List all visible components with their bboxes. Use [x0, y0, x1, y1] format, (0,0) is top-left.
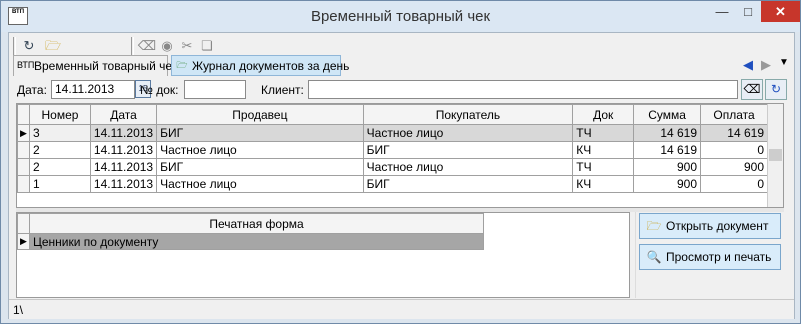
- table-row[interactable]: ▶ 3 14.11.2013 БИГ Частное лицо ТЧ 14 61…: [17, 124, 768, 142]
- cell-buyer[interactable]: Частное лицо: [362, 124, 574, 142]
- main-window: ВТП Временный товарный чек — □ ✕ ↻ 🗁 ⌫ ◉…: [0, 0, 801, 324]
- column-header[interactable]: Дата: [89, 104, 158, 125]
- eraser-icon[interactable]: ⌫: [137, 36, 157, 56]
- column-header[interactable]: Продавец: [156, 104, 364, 125]
- cell-seller[interactable]: БИГ: [156, 158, 364, 176]
- cell-date[interactable]: 14.11.2013: [89, 124, 158, 142]
- cell-number[interactable]: 1: [28, 175, 91, 193]
- open-folder-icon[interactable]: 🗁: [43, 36, 63, 56]
- cell-date[interactable]: 14.11.2013: [89, 141, 158, 159]
- tab-journal-label: Журнал документов за день: [192, 59, 350, 73]
- cell-paid[interactable]: 0: [700, 141, 768, 159]
- cell-buyer[interactable]: БИГ: [362, 141, 574, 159]
- table-row[interactable]: 2 14.11.2013 Частное лицо БИГ КЧ 14 619 …: [17, 141, 768, 159]
- refresh-icon[interactable]: ↻: [19, 36, 39, 56]
- next-tab-icon[interactable]: ▶: [761, 57, 771, 73]
- tab-journal[interactable]: 🗁 Журнал документов за день: [171, 55, 349, 76]
- column-header[interactable]: Оплата: [700, 104, 768, 125]
- toolbar-separator: [13, 37, 16, 55]
- column-header[interactable]: Номер: [28, 104, 91, 125]
- print-form-name[interactable]: Ценники по документу: [29, 233, 484, 250]
- copy-icon[interactable]: ❏: [197, 36, 217, 56]
- preview-print-button[interactable]: 🔍 Просмотр и печать: [639, 244, 781, 270]
- status-text: 1\: [13, 303, 24, 317]
- cell-sum[interactable]: 14 619: [633, 124, 702, 142]
- date-field[interactable]: 14.11.2013: [51, 80, 135, 99]
- cell-seller[interactable]: Частное лицо: [156, 141, 364, 159]
- cell-date[interactable]: 14.11.2013: [89, 158, 158, 176]
- maximize-icon[interactable]: □: [735, 1, 761, 22]
- status-bar: 1\: [9, 299, 794, 319]
- cell-sum[interactable]: 900: [633, 158, 702, 176]
- doc-number-label: № док:: [140, 83, 179, 97]
- cell-buyer[interactable]: БИГ: [362, 175, 574, 193]
- vtp-icon: ВТП: [17, 60, 35, 70]
- title-bar[interactable]: ВТП Временный товарный чек — □ ✕: [1, 1, 800, 32]
- print-grid-header-row: Печатная форма: [17, 213, 484, 234]
- cell-date[interactable]: 14.11.2013: [89, 175, 158, 193]
- row-indicator: [17, 175, 30, 193]
- stamp-icon[interactable]: ◉: [157, 36, 177, 56]
- row-indicator-header: [17, 104, 30, 125]
- toolbar: ↻ 🗁 ⌫ ◉ ✂ ❏: [13, 35, 801, 57]
- cell-doc[interactable]: ТЧ: [572, 124, 635, 142]
- row-indicator: [17, 158, 30, 176]
- preview-print-label: Просмотр и печать: [666, 250, 772, 264]
- cell-seller[interactable]: БИГ: [156, 124, 364, 142]
- vertical-scrollbar[interactable]: [767, 104, 783, 207]
- client-label: Клиент:: [261, 83, 304, 97]
- cell-number[interactable]: 2: [28, 158, 91, 176]
- prev-tab-icon[interactable]: ◀: [743, 57, 753, 73]
- column-header[interactable]: Сумма: [633, 104, 702, 125]
- cell-number[interactable]: 3: [28, 124, 91, 142]
- print-preview-icon: 🔍: [646, 250, 662, 264]
- tab-receipt[interactable]: ВТП Временный товарный чек: [13, 55, 177, 76]
- cell-sum[interactable]: 14 619: [633, 141, 702, 159]
- cell-doc[interactable]: ТЧ: [572, 158, 635, 176]
- open-document-button[interactable]: 🗁 Открыть документ: [639, 213, 781, 239]
- cell-paid[interactable]: 0: [700, 175, 768, 193]
- table-row[interactable]: 2 14.11.2013 БИГ Частное лицо ТЧ 900 900: [17, 158, 768, 176]
- folder-icon: 🗁: [176, 60, 188, 70]
- tab-receipt-label: Временный товарный чек: [34, 59, 178, 73]
- client-area: ↻ 🗁 ⌫ ◉ ✂ ❏ ВТП Временный товарный чек 🗁…: [8, 32, 795, 319]
- cell-paid[interactable]: 14 619: [700, 124, 768, 142]
- column-header[interactable]: Покупатель: [362, 104, 574, 125]
- print-forms-grid[interactable]: Печатная форма ▶ Ценники по документу: [16, 212, 630, 298]
- toolbar-separator: [131, 37, 134, 55]
- cell-buyer[interactable]: Частное лицо: [362, 158, 574, 176]
- cell-number[interactable]: 2: [28, 141, 91, 159]
- window-title: Временный товарный чек: [310, 8, 491, 25]
- list-item[interactable]: ▶ Ценники по документу: [17, 233, 484, 250]
- cell-doc[interactable]: КЧ: [572, 175, 635, 193]
- open-document-label: Открыть документ: [666, 219, 769, 233]
- cell-paid[interactable]: 900: [700, 158, 768, 176]
- doc-number-field[interactable]: [184, 80, 246, 99]
- close-icon[interactable]: ✕: [761, 1, 800, 22]
- cut-icon[interactable]: ✂: [177, 36, 197, 56]
- client-field[interactable]: [308, 80, 738, 99]
- row-indicator-header: [17, 213, 30, 234]
- tab-list-icon[interactable]: ▼: [779, 57, 789, 68]
- date-label: Дата:: [17, 83, 47, 97]
- open-folder-icon: 🗁: [646, 219, 662, 233]
- row-pointer-icon: ▶: [17, 233, 30, 250]
- column-header[interactable]: Док: [572, 104, 635, 125]
- row-pointer-icon: ▶: [17, 124, 30, 142]
- table-row[interactable]: 1 14.11.2013 Частное лицо БИГ КЧ 900 0: [17, 175, 768, 193]
- refresh-icon[interactable]: ↻: [765, 79, 787, 100]
- scrollbar-thumb[interactable]: [769, 149, 782, 161]
- filter-bar: Дата: 14.11.2013 15 № док: Клиент: ⌫ ↻: [13, 79, 793, 101]
- documents-grid[interactable]: Номер Дата Продавец Покупатель Док Сумма…: [16, 103, 784, 208]
- row-indicator: [17, 141, 30, 159]
- minimize-icon[interactable]: —: [709, 1, 735, 22]
- cell-sum[interactable]: 900: [633, 175, 702, 193]
- cell-seller[interactable]: Частное лицо: [156, 175, 364, 193]
- tab-navigation: ◀ ▶ ▼: [741, 55, 791, 75]
- grid-header-row: Номер Дата Продавец Покупатель Док Сумма…: [17, 104, 768, 125]
- tab-strip: ВТП Временный товарный чек 🗁 Журнал доку…: [13, 55, 793, 77]
- cell-doc[interactable]: КЧ: [572, 141, 635, 159]
- clear-icon[interactable]: ⌫: [741, 79, 763, 100]
- column-header[interactable]: Печатная форма: [29, 213, 484, 234]
